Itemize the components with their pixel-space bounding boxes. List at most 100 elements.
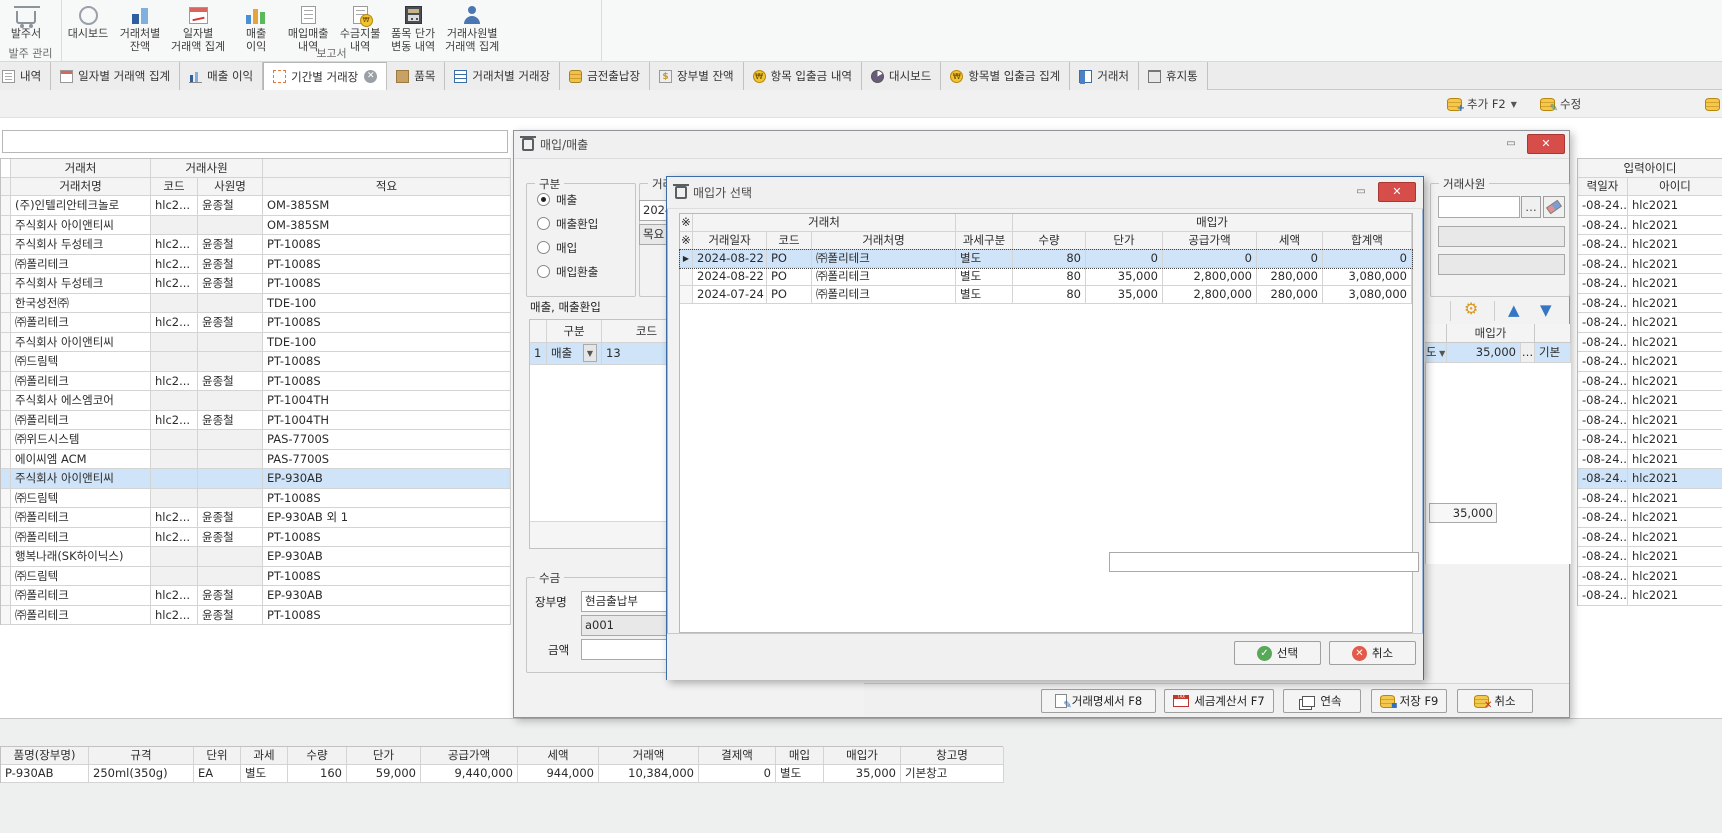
description-cell[interactable]: PAS-7700S bbox=[263, 430, 511, 450]
customer-name-cell[interactable]: ㈜위드시스템 bbox=[11, 430, 151, 450]
group-header-row[interactable]: 거래처거래사원 bbox=[1, 159, 511, 178]
description-cell[interactable]: PT-1008S bbox=[263, 352, 511, 372]
code-cell[interactable]: hlc2... bbox=[151, 508, 198, 528]
date-cell[interactable]: -08-24... bbox=[1578, 547, 1628, 567]
column-header-매입[interactable]: 매입 bbox=[776, 747, 824, 765]
item-row[interactable]: P-930AB250ml(350g)EA별도16059,0009,440,000… bbox=[1, 765, 1003, 783]
column-header-아이디[interactable]: 아이디 bbox=[1628, 178, 1722, 196]
dialog-titlebar[interactable]: 매입가 선택 ▭ ✕ bbox=[667, 177, 1423, 209]
code-cell[interactable]: hlc2... bbox=[151, 255, 198, 275]
customer-row[interactable]: ㈜폴리테크hlc2...윤종철PT-1004TH bbox=[1, 411, 511, 431]
input-id-row[interactable]: -08-24...hlc2021 bbox=[1578, 547, 1722, 567]
employee-cell[interactable] bbox=[198, 333, 263, 353]
customer-row[interactable]: 주식회사 아이앤티씨TDE-100 bbox=[1, 333, 511, 353]
input-id-row[interactable]: -08-24...hlc2021 bbox=[1578, 352, 1722, 372]
customer-row[interactable]: ㈜드림텍PT-1008S bbox=[1, 352, 511, 372]
ribbon-item[interactable]: 품목 단가 변동 내역 bbox=[386, 2, 440, 53]
date-cell[interactable]: -08-24... bbox=[1578, 430, 1628, 450]
customer-name-cell[interactable]: 주식회사 아이앤티씨 bbox=[11, 469, 151, 489]
column-header-거래처명[interactable]: 거래처명 bbox=[11, 178, 151, 196]
customer-name-cell[interactable]: 주식회사 아이앤티씨 bbox=[11, 333, 151, 353]
customer-row[interactable]: ㈜폴리테크hlc2...윤종철PT-1008S bbox=[1, 255, 511, 275]
date-cell[interactable]: -08-24... bbox=[1578, 411, 1628, 431]
customer-name-cell[interactable]: ㈜폴리테크 bbox=[11, 606, 151, 626]
input-id-row[interactable]: -08-24...hlc2021 bbox=[1578, 372, 1722, 392]
column-header-공급가액[interactable]: 공급가액 bbox=[1163, 232, 1257, 250]
description-cell[interactable]: PT-1004TH bbox=[263, 391, 511, 411]
item-cell[interactable]: 기본창고 bbox=[901, 765, 1004, 783]
id-cell[interactable]: hlc2021 bbox=[1628, 528, 1722, 548]
input-id-row[interactable]: -08-24...hlc2021 bbox=[1578, 255, 1722, 275]
customer-row[interactable]: ㈜폴리테크hlc2...윤종철EP-930AB bbox=[1, 586, 511, 606]
column-header-단위[interactable]: 단위 bbox=[194, 747, 241, 765]
column-header-합계액[interactable]: 합계액 bbox=[1323, 232, 1412, 250]
code-cell[interactable] bbox=[151, 294, 198, 314]
customer-row[interactable]: 한국성전㈜TDE-100 bbox=[1, 294, 511, 314]
date-cell[interactable]: -08-24... bbox=[1578, 196, 1628, 216]
description-cell[interactable]: PT-1008S bbox=[263, 255, 511, 275]
employee-cell[interactable]: 윤종철 bbox=[198, 586, 263, 606]
type-cell[interactable]: 매출▼ bbox=[547, 343, 602, 365]
code-cell[interactable] bbox=[151, 469, 198, 489]
column-header-거래액[interactable]: 거래액 bbox=[599, 747, 699, 765]
group-header-row[interactable]: 입력아이디 bbox=[1578, 159, 1722, 178]
employee-cell[interactable]: 윤종철 bbox=[198, 274, 263, 294]
erase-button[interactable] bbox=[1543, 196, 1565, 218]
employee-cell[interactable]: 윤종철 bbox=[198, 372, 263, 392]
id-cell[interactable]: hlc2021 bbox=[1628, 255, 1722, 275]
code-cell[interactable] bbox=[151, 489, 198, 509]
add-button[interactable]: + 추가 F2▼ bbox=[1447, 93, 1517, 115]
column-header-단가[interactable]: 단가 bbox=[1086, 232, 1163, 250]
description-cell[interactable]: PT-1008S bbox=[263, 567, 511, 587]
column-header-공급가액[interactable]: 공급가액 bbox=[421, 747, 518, 765]
footer-button-저장 F9[interactable]: ▪저장 F9 bbox=[1371, 689, 1447, 713]
code-cell[interactable] bbox=[151, 333, 198, 353]
column-header-세액[interactable]: 세액 bbox=[1257, 232, 1323, 250]
input-id-row[interactable]: -08-24...hlc2021 bbox=[1578, 586, 1722, 606]
column-header-적요[interactable]: 적요 bbox=[263, 178, 511, 196]
item-cell[interactable]: P-930AB bbox=[1, 765, 89, 783]
id-cell[interactable]: hlc2021 bbox=[1628, 313, 1722, 333]
footer-button-세금계산서 F7[interactable]: 세금계산서 F7 bbox=[1164, 689, 1274, 713]
date-cell[interactable]: -08-24... bbox=[1578, 489, 1628, 509]
code-cell[interactable] bbox=[151, 430, 198, 450]
radio-매출환입[interactable]: 매출환입 bbox=[537, 215, 635, 232]
customer-row[interactable]: ㈜폴리테크hlc2...윤종철EP-930AB 외 1 bbox=[1, 508, 511, 528]
tab-거래처별 거래장[interactable]: 거래처별 거래장 bbox=[445, 62, 560, 90]
customer-row[interactable]: ㈜폴리테크hlc2...윤종철PT-1008S bbox=[1, 313, 511, 333]
column-header-row[interactable]: 력일자아이디 bbox=[1578, 178, 1722, 196]
item-cell[interactable]: 별도 bbox=[241, 765, 288, 783]
id-cell[interactable]: hlc2021 bbox=[1628, 235, 1722, 255]
customer-row[interactable]: 주식회사 아이앤티씨OM-385SM bbox=[1, 216, 511, 236]
search-input[interactable] bbox=[2, 130, 508, 153]
column-header-row[interactable]: 품명(장부명)규격단위과세수량단가공급가액세액거래액결제액매입매입가창고명 bbox=[1, 747, 1003, 765]
tab-매출 이익[interactable]: 매출 이익 bbox=[180, 62, 263, 90]
id-cell[interactable]: hlc2021 bbox=[1628, 352, 1722, 372]
customer-name-cell[interactable]: 주식회사 두성테크 bbox=[11, 274, 151, 294]
employee-cell[interactable]: 윤종철 bbox=[198, 606, 263, 626]
ribbon-item[interactable]: 대시보드 bbox=[62, 2, 114, 41]
code-cell[interactable]: hlc2... bbox=[151, 586, 198, 606]
input-id-row[interactable]: -08-24...hlc2021 bbox=[1578, 274, 1722, 294]
date-cell[interactable]: -08-24... bbox=[1578, 333, 1628, 353]
input-id-row[interactable]: -08-24...hlc2021 bbox=[1578, 235, 1722, 255]
date-cell[interactable]: -08-24... bbox=[1578, 450, 1628, 470]
description-cell[interactable]: OM-385SM bbox=[263, 196, 511, 216]
description-cell[interactable]: PT-1008S bbox=[263, 235, 511, 255]
item-cell[interactable]: 35,000 bbox=[824, 765, 901, 783]
description-cell[interactable]: PT-1004TH bbox=[263, 411, 511, 431]
customer-name-cell[interactable]: 주식회사 아이앤티씨 bbox=[11, 216, 151, 236]
cell[interactable]: ㈜폴리테크 bbox=[812, 286, 956, 304]
id-cell[interactable]: hlc2021 bbox=[1628, 547, 1722, 567]
description-cell[interactable]: TDE-100 bbox=[263, 294, 511, 314]
customer-name-cell[interactable]: ㈜드림텍 bbox=[11, 489, 151, 509]
cell[interactable]: 0 bbox=[1163, 250, 1257, 268]
date-cell[interactable]: -08-24... bbox=[1578, 391, 1628, 411]
id-cell[interactable]: hlc2021 bbox=[1628, 411, 1722, 431]
id-cell[interactable]: hlc2021 bbox=[1628, 294, 1722, 314]
cell[interactable]: 80 bbox=[1013, 268, 1086, 286]
customer-name-cell[interactable]: 주식회사 에스엠코어 bbox=[11, 391, 151, 411]
cell[interactable]: 2024-08-22 bbox=[693, 268, 767, 286]
cell[interactable]: 3,080,000 bbox=[1323, 268, 1412, 286]
cell[interactable]: 2024-07-24 bbox=[693, 286, 767, 304]
